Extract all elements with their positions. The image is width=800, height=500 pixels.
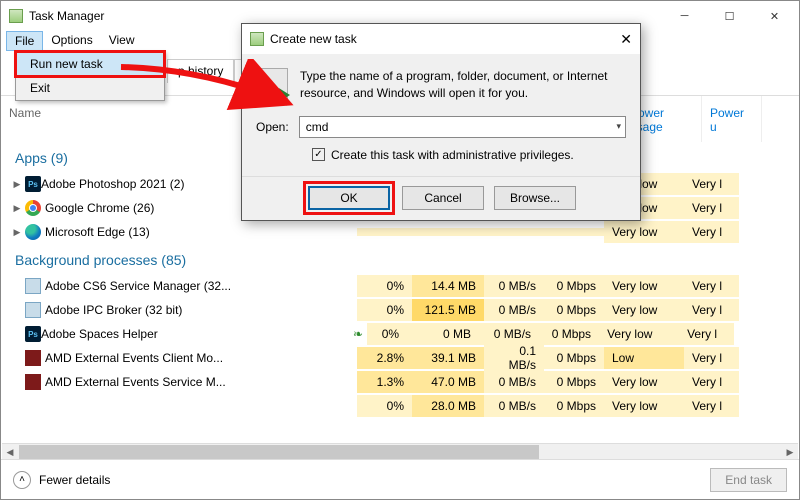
col-power-trend[interactable]: Power u (702, 96, 762, 142)
table-row[interactable]: AMD External Events Service M... 1.3%47.… (1, 370, 799, 394)
admin-label: Create this task with administrative pri… (331, 148, 574, 162)
taskmanager-icon (250, 32, 264, 46)
ok-highlight: OK (306, 184, 392, 212)
maximize-button[interactable]: ☐ (707, 2, 752, 30)
create-task-dialog: Create new task ✕ Type the name of a pro… (241, 23, 641, 221)
proc-name: Adobe Spaces Helper (41, 327, 158, 341)
dialog-title: Create new task (270, 32, 357, 46)
dialog-title-bar[interactable]: Create new task ✕ (242, 24, 640, 54)
chevron-right-icon[interactable]: ▶ (9, 179, 25, 190)
edge-icon (25, 224, 41, 240)
leaf-icon: ❧ (353, 327, 363, 341)
open-input[interactable]: cmd ▾ (299, 116, 626, 138)
scroll-right-icon[interactable]: ▶ (782, 444, 798, 460)
taskmanager-icon (9, 9, 23, 23)
minimize-button[interactable]: ─ (662, 2, 707, 30)
menu-exit[interactable]: Exit (16, 76, 164, 100)
tab-app-history[interactable]: p history (167, 59, 234, 83)
proc-name: Adobe IPC Broker (32 bit) (45, 303, 182, 317)
open-label: Open: (256, 120, 289, 134)
proc-name: AMD External Events Client Mo... (45, 351, 223, 365)
close-icon[interactable]: ✕ (620, 31, 632, 48)
cancel-button[interactable]: Cancel (402, 186, 484, 210)
menu-run-new-task[interactable]: Run new task (15, 51, 165, 77)
table-row[interactable]: Adobe CS6 Service Manager (32... 0%14.4 … (1, 274, 799, 298)
menu-file[interactable]: File (6, 31, 43, 51)
fewer-details-button[interactable]: ˄ Fewer details (13, 471, 110, 489)
close-button[interactable]: ✕ (752, 2, 797, 30)
table-row[interactable]: ▶Microsoft Edge (13) Very lowVery l (1, 220, 799, 244)
section-background: Background processes (85) (1, 244, 799, 274)
table-row[interactable]: PsAdobe Spaces Helper ❧ 0%0 MB0 MB/s0 Mb… (1, 322, 799, 346)
admin-checkbox[interactable]: ✓ (312, 148, 325, 161)
chevron-down-icon[interactable]: ▾ (616, 121, 621, 132)
table-row[interactable]: AMD External Events Client Mo... 2.8%39.… (1, 346, 799, 370)
photoshop-icon: Ps (25, 176, 41, 192)
scrollbar-thumb[interactable] (19, 445, 539, 459)
proc-name: Adobe Photoshop 2021 (2) (41, 177, 184, 191)
horizontal-scrollbar[interactable]: ◀ ▶ (2, 443, 798, 459)
chrome-icon (25, 200, 41, 216)
ok-button[interactable]: OK (308, 186, 390, 210)
footer: ˄ Fewer details End task (1, 459, 799, 499)
window-title: Task Manager (29, 9, 662, 23)
proc-name: Microsoft Edge (13) (45, 225, 150, 239)
chevron-right-icon[interactable]: ▶ (9, 227, 25, 238)
scroll-left-icon[interactable]: ◀ (2, 444, 18, 460)
table-row[interactable]: Adobe IPC Broker (32 bit) 0%121.5 MB0 MB… (1, 298, 799, 322)
app-icon (25, 278, 41, 294)
amd-icon (25, 350, 41, 366)
open-value: cmd (306, 120, 329, 134)
menu-options[interactable]: Options (43, 31, 100, 51)
app-icon (25, 302, 41, 318)
photoshop-icon: Ps (25, 326, 41, 342)
menu-view[interactable]: View (101, 31, 143, 51)
browse-button[interactable]: Browse... (494, 186, 576, 210)
amd-icon (25, 374, 41, 390)
chevron-right-icon[interactable]: ▶ (9, 203, 25, 214)
chevron-up-icon: ˄ (13, 471, 31, 489)
run-icon (256, 68, 288, 100)
table-row[interactable]: 0%28.0 MB0 MB/s0 MbpsVery lowVery l (1, 394, 799, 418)
dialog-message: Type the name of a program, folder, docu… (300, 68, 626, 102)
file-dropdown: Run new task Exit (15, 51, 165, 101)
proc-name: AMD External Events Service M... (45, 375, 226, 389)
proc-name: Google Chrome (26) (45, 201, 154, 215)
end-task-button[interactable]: End task (710, 468, 787, 492)
proc-name: Adobe CS6 Service Manager (32... (45, 279, 231, 293)
